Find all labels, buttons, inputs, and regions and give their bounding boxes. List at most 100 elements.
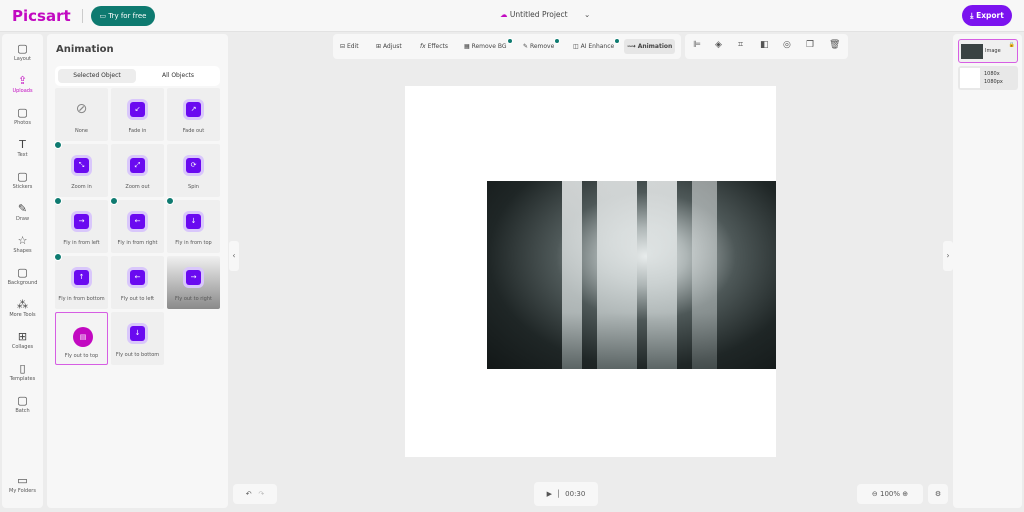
object-actions: ⊫ ◈ ⌗ ◧ ◎ ❐ 🗑	[685, 34, 848, 59]
edit-button[interactable]: ⊟ Edit	[337, 39, 362, 54]
playback-controls: ▶ │ 00:30	[534, 482, 598, 506]
remove-button[interactable]: ✎ Remove	[520, 38, 563, 54]
export-label: Export	[976, 11, 1004, 20]
rail-item-photos[interactable]: ▢ Photos	[2, 106, 43, 126]
undo-icon[interactable]: ↶	[246, 490, 252, 498]
premium-badge-icon	[506, 38, 513, 44]
animation-label: Zoom out	[125, 184, 150, 190]
rail-label: Shapes	[13, 248, 32, 254]
export-button[interactable]: ⤓ Export	[962, 5, 1012, 26]
rail-item-background[interactable]: ▢ Background	[2, 266, 43, 286]
animation-option-fly-in-from-right[interactable]: ← Fly in from right	[110, 197, 164, 253]
rail-item-layout[interactable]: ▢ Layout	[2, 42, 43, 62]
rail-label: More Tools	[9, 312, 36, 318]
layer-image[interactable]: Image 🔒	[958, 39, 1018, 63]
rail-label: Collages	[11, 344, 34, 350]
rail-item-stickers[interactable]: ▢ Stickers	[2, 170, 43, 190]
premium-badge-icon	[166, 197, 174, 205]
eraser-icon[interactable]: ◈	[715, 40, 722, 50]
rail-label: Uploads	[12, 88, 33, 94]
animation-label: Fade in	[128, 128, 147, 134]
collapse-panel-button[interactable]: ‹	[229, 241, 239, 271]
expand-right-panel-button[interactable]: ›	[943, 241, 953, 271]
animation-option-fly-out-to-top[interactable]: ▤ Fly out to top	[55, 312, 108, 365]
animation-option-fly-out-to-bottom[interactable]: ↓ Fly out to bottom	[111, 312, 164, 365]
effects-button[interactable]: fx Effects	[417, 39, 451, 54]
animation-option-fly-in-from-bottom[interactable]: ↑ Fly in from bottom	[54, 253, 108, 309]
label: Adjust	[382, 43, 402, 50]
crop-icon[interactable]: ⌗	[738, 40, 743, 50]
animation-option-zoom-out[interactable]: ⤢ Zoom out	[111, 144, 164, 197]
rail-item-uploads[interactable]: ⇪ Uploads	[2, 74, 43, 94]
zoom-level: 100%	[879, 490, 900, 498]
animation-option-spin[interactable]: ⟳ Spin	[167, 144, 220, 197]
layers-panel: Image 🔒 1080x 1080px	[953, 34, 1022, 508]
fx-icon: fx	[420, 43, 426, 50]
animation-preview-icon: ⤡	[74, 158, 89, 173]
animation-button[interactable]: ⟿ Animation	[624, 39, 676, 54]
book-icon: ▯	[19, 362, 26, 375]
remove-bg-button[interactable]: ▦ Remove BG	[461, 38, 516, 54]
animation-option-fly-in-from-top[interactable]: ↓ Fly in from top	[166, 197, 220, 253]
settings-icon[interactable]: ⚙	[928, 484, 948, 504]
project-title[interactable]: ☁ Untitled Project ⌄	[500, 10, 590, 19]
picsart-logo[interactable]: Picsart	[12, 7, 71, 25]
background-icon: ▢	[17, 266, 28, 279]
zoom-out-icon[interactable]: ⊖	[872, 490, 878, 498]
duplicate-icon[interactable]: ❐	[806, 40, 814, 50]
label: Remove	[529, 43, 555, 50]
rail-item-draw[interactable]: ✎ Draw	[2, 202, 43, 222]
chevron-down-icon: ⌄	[584, 10, 591, 19]
rail-item-collages[interactable]: ⊞ Collages	[2, 330, 43, 350]
label: Animation	[637, 43, 673, 50]
animation-option-fly-out-to-right[interactable]: → Fly out to right	[167, 256, 220, 309]
redo-icon[interactable]: ↷	[258, 490, 264, 498]
animation-option-none[interactable]: ⊘ None	[55, 88, 108, 141]
align-icon[interactable]: ⊫	[693, 40, 701, 50]
animation-preview-icon: ⟳	[186, 158, 201, 173]
animation-label: Fly in from right	[117, 240, 158, 246]
object-scope-toggle: Selected Object All Objects	[55, 66, 220, 86]
animation-preview-icon: →	[186, 270, 201, 285]
brush-icon: ✎	[17, 202, 28, 215]
animation-option-fade-out[interactable]: ↗ Fade out	[167, 88, 220, 141]
animation-label: Fly out to bottom	[115, 352, 160, 358]
batch-icon: ▢	[17, 394, 28, 407]
animation-option-zoom-in[interactable]: ⤡ Zoom in	[54, 141, 108, 197]
waterfall-stream	[647, 181, 677, 369]
adjust-button[interactable]: ⊞ Adjust	[373, 39, 405, 54]
animation-label: Fly out to top	[64, 353, 99, 359]
ai-enhance-button[interactable]: ◫ AI Enhance	[570, 38, 623, 54]
animation-option-fly-in-from-left[interactable]: → Fly in from left	[54, 197, 108, 253]
rail-item-my-folders[interactable]: ▭ My Folders	[2, 474, 43, 494]
cloud-icon: ☁	[500, 10, 508, 19]
animation-preview-icon: ←	[130, 214, 145, 229]
flip-icon[interactable]: ◎	[783, 40, 791, 50]
animation-option-fly-out-to-left[interactable]: ← Fly out to left	[111, 256, 164, 309]
tab-all-objects[interactable]: All Objects	[139, 69, 217, 83]
zoom-in-icon[interactable]: ⊕	[902, 490, 908, 498]
rail-item-batch[interactable]: ▢ Batch	[2, 394, 43, 414]
panel-title: Animation	[56, 44, 114, 55]
animation-preview-icon: ↙	[130, 102, 145, 117]
animation-option-fade-in[interactable]: ↙ Fade in	[111, 88, 164, 141]
layer-background[interactable]: 1080x 1080px	[958, 66, 1018, 90]
rail-item-more-tools[interactable]: ⁂ More Tools	[2, 298, 43, 318]
rail-item-text[interactable]: T Text	[2, 138, 43, 158]
rail-item-templates[interactable]: ▯ Templates	[2, 362, 43, 382]
layers-icon[interactable]: ◧	[760, 40, 769, 50]
lock-icon[interactable]: 🔒	[1009, 42, 1015, 48]
premium-badge-icon	[54, 197, 62, 205]
rail-label: My Folders	[9, 488, 36, 494]
duration: 00:30	[565, 490, 586, 498]
delete-icon[interactable]: 🗑	[829, 40, 840, 50]
play-icon[interactable]: ▶	[547, 490, 552, 498]
tab-selected-object[interactable]: Selected Object	[58, 69, 136, 83]
animation-label: Fly in from left	[63, 240, 100, 246]
premium-badge-icon	[110, 197, 118, 205]
rail-item-shapes[interactable]: ☆ Shapes	[2, 234, 43, 254]
try-for-free-button[interactable]: ▭ Try for free	[91, 6, 155, 26]
waterfall-stream	[562, 181, 582, 369]
label: Effects	[427, 43, 448, 50]
waterfall-image[interactable]	[487, 181, 776, 369]
